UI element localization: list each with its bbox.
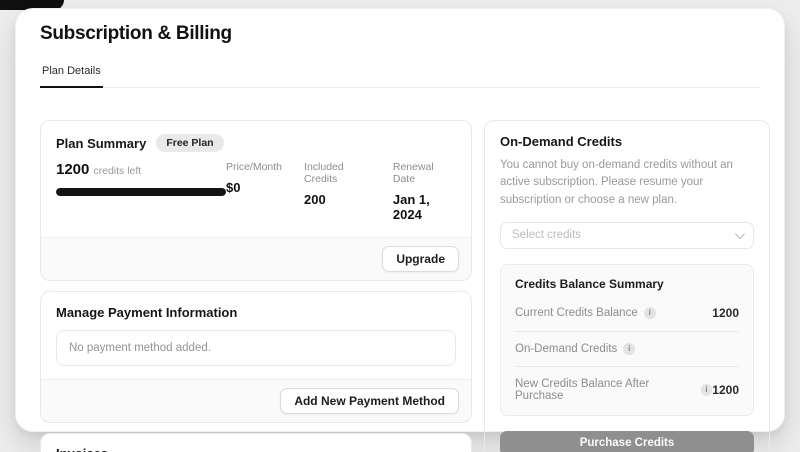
- stat-value: Jan 1, 2024: [393, 192, 454, 222]
- stat-included-credits: Included Credits 200: [304, 161, 371, 222]
- summary-row-label-text: Current Credits Balance: [515, 307, 638, 319]
- plan-summary-card: Plan Summary Free Plan 1200 credits left: [40, 120, 472, 281]
- credits-balance-summary-box: Credits Balance Summary Current Credits …: [500, 264, 754, 416]
- on-demand-credits-description: You cannot buy on-demand credits without…: [500, 157, 754, 209]
- summary-row-label-text: On-Demand Credits: [515, 343, 617, 355]
- select-credits-placeholder: Select credits: [512, 229, 581, 241]
- plan-summary-title: Plan Summary: [56, 136, 146, 151]
- summary-row-value: 1200: [712, 383, 739, 397]
- invoices-card: Invoices You can refer to all your past …: [40, 433, 472, 452]
- credits-left-block: 1200 credits left: [56, 161, 226, 196]
- summary-row-new-balance: New Credits Balance After Purchase i 120…: [515, 366, 739, 413]
- credits-left-label: credits left: [93, 165, 141, 177]
- left-column: Plan Summary Free Plan 1200 credits left: [40, 120, 472, 452]
- plan-summary-footer: Upgrade: [41, 237, 471, 280]
- credits-balance-summary-title: Credits Balance Summary: [515, 277, 739, 295]
- plan-stats: Price/Month $0 Included Credits 200 Rene…: [226, 161, 456, 222]
- plan-summary-header: Plan Summary Free Plan: [41, 121, 471, 152]
- info-icon[interactable]: i: [701, 384, 713, 396]
- summary-row-label: Current Credits Balance i: [515, 307, 656, 319]
- credits-left-value: 1200: [56, 161, 89, 178]
- info-icon[interactable]: i: [623, 343, 635, 355]
- on-demand-credits-title: On-Demand Credits: [500, 134, 754, 149]
- payment-footer: Add New Payment Method: [41, 379, 471, 422]
- stat-price-month: Price/Month $0: [226, 161, 282, 222]
- page-title: Subscription & Billing: [40, 23, 760, 45]
- summary-row-value: 1200: [712, 306, 739, 320]
- payment-header: Manage Payment Information: [41, 292, 471, 320]
- info-icon[interactable]: i: [644, 307, 656, 319]
- credits-left-line: 1200 credits left: [56, 161, 226, 179]
- summary-row-label: On-Demand Credits i: [515, 343, 635, 355]
- invoices-title: Invoices: [56, 446, 456, 452]
- plan-summary-body: 1200 credits left Price/Month $0 Included…: [41, 152, 471, 237]
- credits-progress-track: [56, 188, 226, 196]
- add-payment-method-button[interactable]: Add New Payment Method: [280, 388, 459, 414]
- upgrade-button[interactable]: Upgrade: [382, 246, 459, 272]
- content-columns: Plan Summary Free Plan 1200 credits left: [40, 120, 760, 452]
- summary-row-on-demand: On-Demand Credits i: [515, 331, 739, 366]
- select-credits-dropdown[interactable]: Select credits: [500, 222, 754, 249]
- stat-value: $0: [226, 180, 282, 195]
- tab-bar: Plan Details: [40, 61, 760, 88]
- free-plan-badge: Free Plan: [156, 134, 223, 152]
- invoices-body: Invoices You can refer to all your past …: [41, 434, 471, 452]
- stat-label: Included Credits: [304, 161, 371, 185]
- summary-row-label: New Credits Balance After Purchase i: [515, 378, 712, 402]
- stat-label: Price/Month: [226, 161, 282, 173]
- payment-title: Manage Payment Information: [56, 305, 237, 320]
- right-column: On-Demand Credits You cannot buy on-dema…: [484, 120, 770, 452]
- credits-progress-fill: [56, 188, 226, 196]
- tab-plan-details[interactable]: Plan Details: [40, 65, 103, 88]
- payment-card: Manage Payment Information No payment me…: [40, 291, 472, 423]
- chevron-down-icon: [735, 229, 745, 239]
- purchase-credits-button[interactable]: Purchase Credits: [500, 431, 754, 452]
- stat-value: 200: [304, 192, 371, 207]
- stat-renewal-date: Renewal Date Jan 1, 2024: [393, 161, 454, 222]
- on-demand-credits-card: On-Demand Credits You cannot buy on-dema…: [484, 120, 770, 452]
- summary-row-current-balance: Current Credits Balance i 1200: [515, 295, 739, 331]
- subscription-billing-panel: Subscription & Billing Plan Details Plan…: [15, 8, 785, 432]
- stat-label: Renewal Date: [393, 161, 454, 185]
- no-payment-method-message: No payment method added.: [56, 330, 456, 366]
- summary-row-label-text: New Credits Balance After Purchase: [515, 378, 695, 402]
